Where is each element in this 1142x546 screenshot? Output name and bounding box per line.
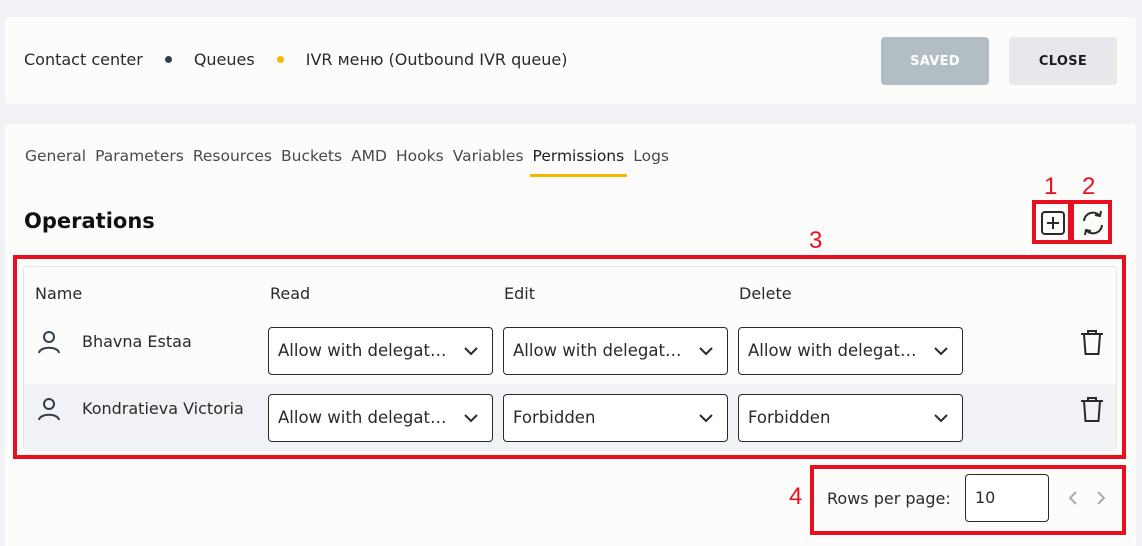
saved-button[interactable]: SAVED: [881, 37, 989, 85]
tab-logs[interactable]: Logs: [633, 147, 669, 173]
breadcrumb: Contact center Queues IVR меню (Outbound…: [24, 50, 567, 69]
close-button[interactable]: CLOSE: [1009, 37, 1117, 85]
annotation-box-add: [1032, 200, 1072, 244]
tab-bar: General Parameters Resources Buckets AMD…: [25, 147, 678, 177]
annotation-number: 4: [789, 483, 803, 510]
annotation-box-pagination: [810, 465, 1126, 535]
tab-resources[interactable]: Resources: [193, 147, 272, 173]
breadcrumb-contact-center[interactable]: Contact center: [24, 50, 143, 69]
breadcrumb-current: IVR меню (Outbound IVR queue): [305, 50, 568, 69]
tab-permissions[interactable]: Permissions: [529, 147, 627, 177]
breadcrumb-separator-dot: [164, 56, 172, 63]
annotation-box-table: [13, 255, 1126, 459]
tab-amd[interactable]: AMD: [351, 147, 387, 173]
tab-buckets[interactable]: Buckets: [281, 147, 342, 173]
operations-title: Operations: [24, 209, 155, 233]
breadcrumb-separator-dot: [276, 56, 284, 63]
tab-parameters[interactable]: Parameters: [95, 147, 184, 173]
annotation-number: 3: [809, 227, 823, 254]
breadcrumb-queues[interactable]: Queues: [194, 50, 255, 69]
tab-variables[interactable]: Variables: [453, 147, 524, 173]
tab-general[interactable]: General: [25, 147, 86, 173]
annotation-number: 2: [1082, 173, 1096, 200]
annotation-box-refresh: [1070, 200, 1112, 244]
header-bar: Contact center Queues IVR меню (Outbound…: [5, 17, 1136, 104]
tab-hooks[interactable]: Hooks: [396, 147, 444, 173]
annotation-number: 1: [1044, 173, 1058, 200]
